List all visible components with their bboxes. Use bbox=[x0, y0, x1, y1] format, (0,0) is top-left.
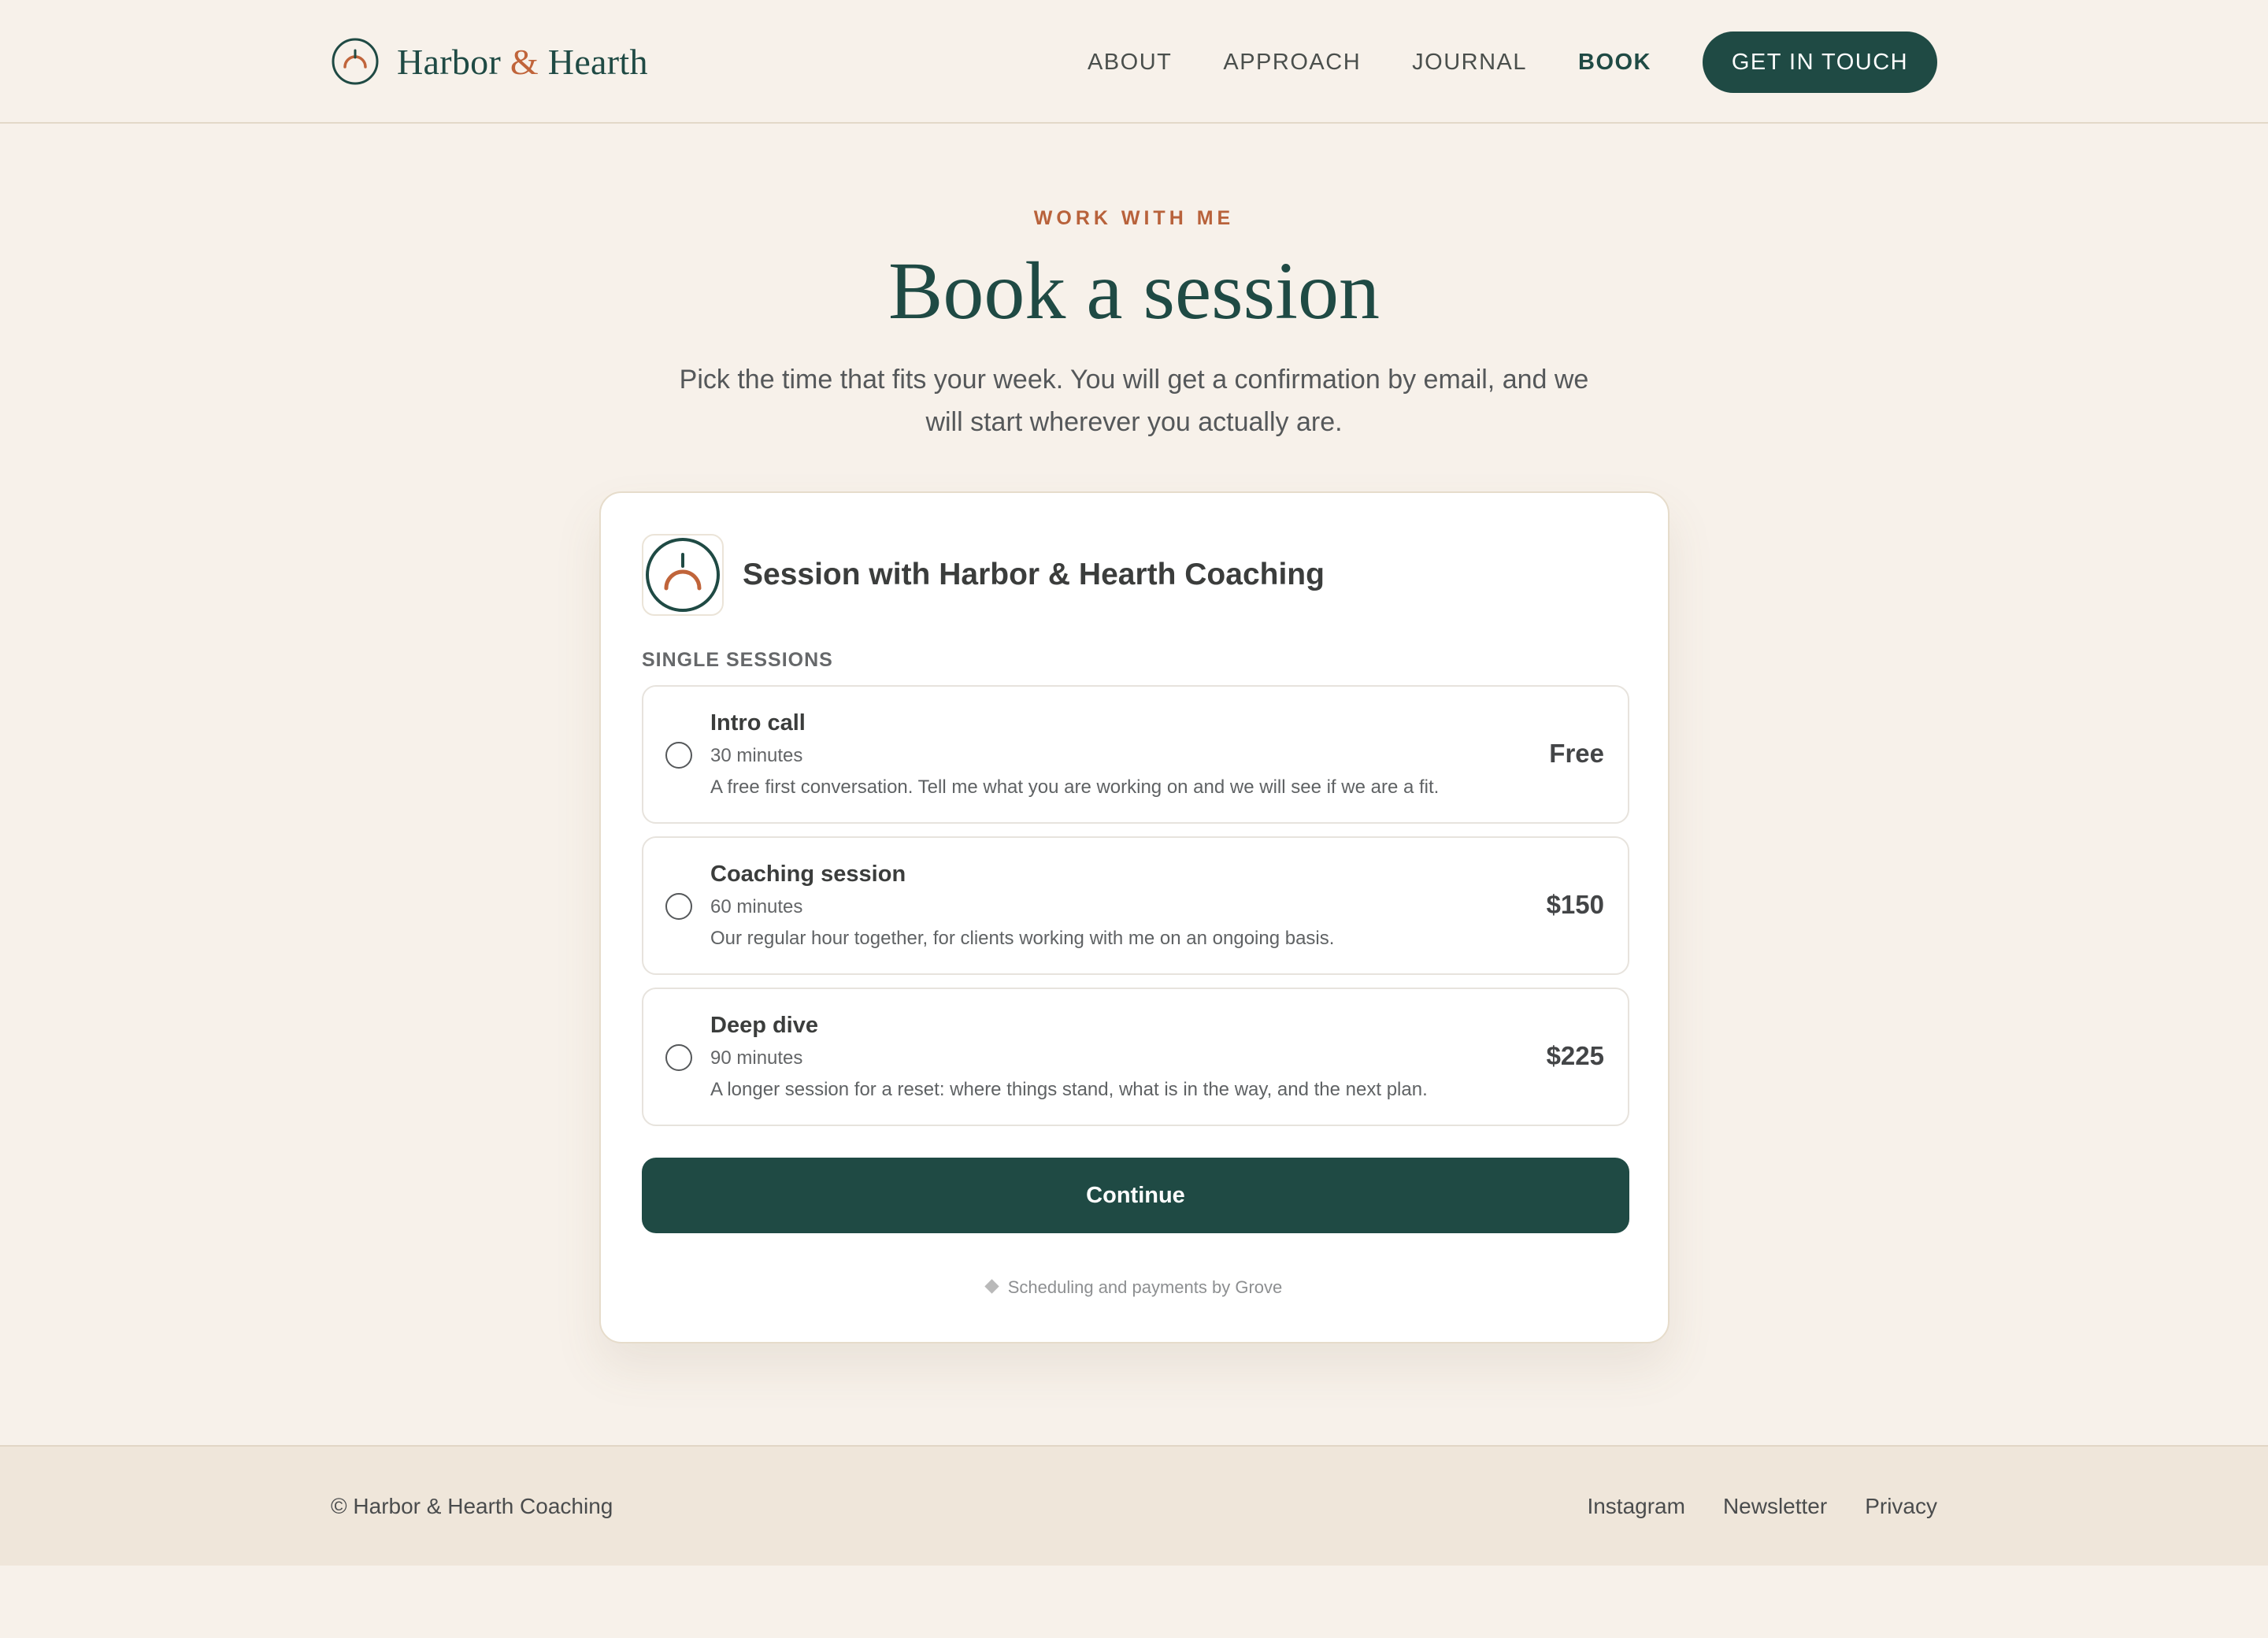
page-subtitle: Pick the time that fits your week. You w… bbox=[679, 365, 1589, 437]
nav-link-approach[interactable]: APPROACH bbox=[1223, 50, 1361, 76]
sunrise-circle-icon bbox=[646, 538, 720, 612]
radio-button[interactable] bbox=[665, 893, 692, 920]
booking-card: Session with Harbor & Hearth Coaching SI… bbox=[599, 491, 1670, 1343]
eyebrow-label: WORK WITH ME bbox=[1033, 207, 1235, 229]
footer-copyright: © Harbor & Hearth Coaching bbox=[331, 1494, 613, 1518]
nav-link-about[interactable]: ABOUT bbox=[1088, 50, 1172, 76]
session-description: A free first conversation. Tell me what … bbox=[710, 776, 1440, 798]
nav-link-journal[interactable]: JOURNAL bbox=[1412, 50, 1527, 76]
footer-link-privacy[interactable]: Privacy bbox=[1865, 1494, 1937, 1519]
session-price: $225 bbox=[1546, 1041, 1604, 1070]
powered-by-text: Scheduling and payments by Grove bbox=[1007, 1277, 1283, 1297]
site-footer: © Harbor & Hearth Coaching Instagram New… bbox=[0, 1445, 2268, 1566]
main-nav: ABOUT APPROACH JOURNAL BOOK GET IN TOUCH bbox=[1088, 32, 1937, 93]
session-price: $150 bbox=[1546, 890, 1604, 919]
session-duration: 60 minutes bbox=[710, 896, 803, 917]
session-option-intro-call[interactable]: Intro call 30 minutes A free first conve… bbox=[642, 685, 1629, 824]
brand-logo-link[interactable]: Harbor & Hearth bbox=[331, 37, 648, 86]
diamond-icon bbox=[984, 1279, 999, 1294]
booking-card-header: Session with Harbor & Hearth Coaching bbox=[642, 534, 1325, 616]
powered-by-notice: Scheduling and payments by Grove bbox=[601, 1277, 1668, 1298]
footer-link-instagram[interactable]: Instagram bbox=[1587, 1494, 1685, 1519]
radio-button[interactable] bbox=[665, 742, 692, 769]
brand-name: Harbor & Hearth bbox=[397, 41, 648, 82]
session-duration: 90 minutes bbox=[710, 1047, 803, 1069]
coach-logo bbox=[642, 534, 724, 616]
session-name: Deep dive bbox=[710, 1013, 818, 1038]
sunrise-circle-icon bbox=[332, 38, 379, 85]
nav-link-book[interactable]: BOOK bbox=[1578, 50, 1651, 76]
continue-button[interactable]: Continue bbox=[642, 1158, 1629, 1233]
site-header: Harbor & Hearth ABOUT APPROACH JOURNAL B… bbox=[0, 0, 2268, 124]
session-name: Intro call bbox=[710, 710, 806, 736]
session-option-coaching-session[interactable]: Coaching session 60 minutes Our regular … bbox=[642, 836, 1629, 975]
section-label-single-sessions: SINGLE SESSIONS bbox=[642, 649, 833, 671]
footer-links: Instagram Newsletter Privacy bbox=[1549, 1494, 1937, 1519]
radio-button[interactable] bbox=[665, 1044, 692, 1071]
session-description: A longer session for a reset: where thin… bbox=[710, 1079, 1428, 1100]
session-option-deep-dive[interactable]: Deep dive 90 minutes A longer session fo… bbox=[642, 988, 1629, 1126]
session-name: Coaching session bbox=[710, 862, 906, 887]
session-price: Free bbox=[1549, 739, 1604, 768]
get-in-touch-button[interactable]: GET IN TOUCH bbox=[1703, 32, 1937, 93]
session-duration: 30 minutes bbox=[710, 745, 803, 766]
footer-link-newsletter[interactable]: Newsletter bbox=[1723, 1494, 1827, 1519]
booking-card-title: Session with Harbor & Hearth Coaching bbox=[743, 558, 1325, 591]
page-title: Book a session bbox=[888, 246, 1380, 336]
session-description: Our regular hour together, for clients w… bbox=[710, 928, 1335, 949]
